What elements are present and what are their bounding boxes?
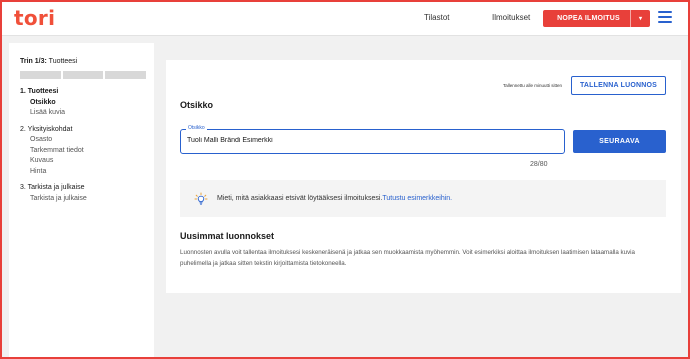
step-indicator: Trin 1/3: Tuotteesi [20, 58, 154, 65]
chevron-down-icon[interactable]: ▾ [630, 10, 650, 27]
title-step-card: Tallennettu alle minuutti sitten TALLENN… [166, 60, 681, 293]
saved-status-text: Tallennettu alle minuutti sitten [502, 83, 562, 88]
progress-segment [105, 71, 147, 79]
hamburger-menu-icon[interactable] [658, 11, 672, 24]
sidebar-item-review-publish[interactable]: Tarkista ja julkaise [20, 194, 154, 205]
step-list: 1. Tuotteesi Otsikko Lisää kuvia 2. Yksi… [20, 87, 154, 204]
step-head-product[interactable]: 1. Tuotteesi [20, 87, 154, 98]
sidebar-item-price[interactable]: Hinta [20, 167, 154, 178]
title-input[interactable] [187, 137, 547, 144]
drafts-title: Uusimmat luonnokset [180, 231, 275, 241]
sidebar-item-add-images[interactable]: Lisää kuvia [20, 108, 154, 119]
sidebar-item-category[interactable]: Osasto [20, 135, 154, 146]
step-group-details: 2. Yksityiskohdat Osasto Tarkemmat tiedo… [20, 125, 154, 178]
progress-segment [62, 71, 104, 79]
tip-box: Mieti, mitä asiakkaasi etsivät löytääkse… [180, 180, 666, 217]
lightbulb-icon [194, 192, 208, 205]
next-button[interactable]: SEURAAVA [573, 130, 666, 153]
section-title: Otsikko [180, 100, 214, 110]
sidebar-item-title[interactable]: Otsikko [20, 98, 154, 109]
nav-link-ads[interactable]: Ilmoitukset [492, 13, 530, 22]
sidebar-item-more-details[interactable]: Tarkemmat tiedot [20, 146, 154, 157]
step-group-product: 1. Tuotteesi Otsikko Lisää kuvia [20, 87, 154, 119]
step-head-review[interactable]: 3. Tarkista ja julkaise [20, 183, 154, 194]
quick-ad-button[interactable]: NOPEA ILMOITUS ▾ [543, 10, 650, 27]
quick-ad-label: NOPEA ILMOITUS [557, 15, 620, 22]
title-field-label: Otsikko [186, 125, 207, 131]
drafts-description: Luonnosten avulla voit tallentaa ilmoitu… [180, 249, 636, 267]
progress-segment [20, 71, 61, 79]
step-prefix: Trin 1/3: [20, 58, 47, 65]
sidebar-item-description[interactable]: Kuvaus [20, 156, 154, 167]
step-name: Tuotteesi [48, 58, 78, 65]
title-field: Otsikko [180, 125, 565, 154]
examples-link[interactable]: Tutustu esimerkkeihin. [382, 195, 452, 202]
step-head-details[interactable]: 2. Yksityiskohdat [20, 125, 154, 136]
step-progress-bar [20, 71, 147, 79]
nav-link-statistics[interactable]: Tilastot [424, 13, 450, 22]
top-bar: tori Tilastot Ilmoitukset NOPEA ILMOITUS… [0, 0, 690, 36]
step-group-review: 3. Tarkista ja julkaise Tarkista ja julk… [20, 183, 154, 204]
save-draft-button[interactable]: TALLENNA LUONNOS [571, 76, 666, 95]
steps-sidebar: Trin 1/3: Tuotteesi 1. Tuotteesi Otsikko… [9, 43, 154, 359]
character-counter: 28/80 [530, 161, 548, 168]
tip-text: Mieti, mitä asiakkaasi etsivät löytääkse… [217, 195, 383, 202]
tori-logo[interactable]: tori [14, 6, 55, 30]
